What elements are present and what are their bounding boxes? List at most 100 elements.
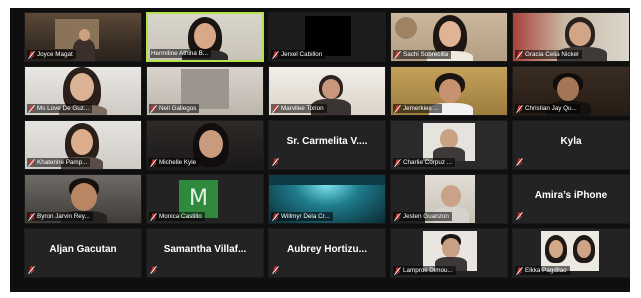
muted-microphone-icon — [272, 104, 279, 113]
muted-microphone-icon — [28, 50, 35, 59]
participant-tile[interactable]: Byron Jarvin Rey... — [24, 174, 142, 224]
name-label: Joyce Magat — [27, 50, 76, 59]
video-call-gallery: Joyce Magat Hermiline Athina B... Jerxel… — [10, 8, 630, 292]
name-label: Neil Gallegos — [149, 104, 200, 113]
participant-name: Elkka Pagdilao — [525, 267, 567, 274]
person-face — [79, 29, 90, 41]
participant-name: Khaterine Pamp... — [37, 159, 88, 166]
muted-microphone-icon — [272, 266, 279, 274]
name-label: Lampros Dimou... — [393, 266, 456, 275]
muted-microphone-icon — [272, 50, 279, 59]
name-label: Jesten Guanzon — [393, 212, 452, 221]
muted-microphone-icon — [272, 212, 279, 221]
name-label: Khaterine Pamp... — [27, 158, 91, 167]
participant-display-name: Aljan Gacutan — [49, 244, 117, 255]
participant-tile[interactable]: M Monica Castillo — [146, 174, 264, 224]
participant-display-name: Samantha Villaf... — [163, 244, 247, 255]
participant-name: Byron Jarvin Rey... — [37, 213, 90, 220]
participant-name: Jesten Guanzon — [403, 213, 449, 220]
participant-name: Michelle Kyle — [159, 159, 197, 166]
letterbox — [475, 175, 507, 223]
name-label: Marvilee Torion — [271, 104, 327, 113]
participant-name: Monica Castillo — [159, 213, 202, 220]
person-face — [577, 240, 591, 258]
participant-name: Jemerkies ... — [403, 105, 439, 112]
participant-tile[interactable]: Elkka Pagdilao — [512, 228, 630, 278]
participant-grid: Joyce Magat Hermiline Athina B... Jerxel… — [24, 12, 630, 278]
muted-microphone-icon — [394, 266, 401, 275]
muted-microphone-icon — [150, 158, 157, 167]
participant-tile[interactable]: Ms Love De Guz... — [24, 66, 142, 116]
participant-tile[interactable]: Jemerkies ... — [390, 66, 508, 116]
participant-tile[interactable]: Charlie Corpuz ... — [390, 120, 508, 170]
participant-tile[interactable]: Aubrey Hortizu... — [268, 228, 386, 278]
participant-tile[interactable]: Marvilee Torion — [268, 66, 386, 116]
name-label: Monica Castillo — [149, 212, 205, 221]
name-label: Willmyr Dela Cr... — [271, 212, 333, 221]
person-face — [441, 185, 461, 207]
muted-microphone-icon — [516, 158, 523, 166]
muted-microphone-icon — [516, 212, 523, 220]
participant-name: Ms Love De Guz... — [37, 105, 90, 112]
person-face — [70, 73, 94, 101]
participant-tile[interactable]: Khaterine Pamp... — [24, 120, 142, 170]
participant-tile[interactable]: Christian Jay Qu... — [512, 66, 630, 116]
participant-name: Gracia Celia Nickel — [525, 51, 579, 58]
name-label: Byron Jarvin Rey... — [27, 212, 93, 221]
name-label: Hermiline Athina B... — [150, 49, 212, 58]
participant-tile[interactable]: Samantha Villaf... — [146, 228, 264, 278]
blurred-scene — [181, 69, 229, 109]
person-face — [199, 130, 223, 158]
participant-tile-active-speaker[interactable]: Hermiline Athina B... — [146, 12, 264, 62]
person-face — [439, 21, 461, 47]
muted-microphone-icon — [394, 50, 401, 59]
name-label: Jerxel Cabillon — [271, 50, 326, 59]
name-label: Charlie Corpuz ... — [393, 158, 455, 167]
participant-tile[interactable]: Amira’s iPhone — [512, 174, 630, 224]
person-face — [194, 23, 216, 49]
participant-tile[interactable]: Willmyr Dela Cr... — [268, 174, 386, 224]
person-face — [442, 238, 460, 258]
participant-tile[interactable]: Sr. Carmelita V.... — [268, 120, 386, 170]
participant-name: Willmyr Dela Cr... — [281, 213, 330, 220]
muted-microphone-icon — [394, 104, 401, 113]
name-label: Michelle Kyle — [149, 158, 200, 167]
participant-tile[interactable]: Joyce Magat — [24, 12, 142, 62]
muted-microphone-icon — [516, 104, 523, 113]
participant-tile[interactable]: Jesten Guanzon — [390, 174, 508, 224]
ceiling-light — [269, 175, 385, 185]
participant-tile[interactable]: Michelle Kyle — [146, 120, 264, 170]
participant-tile[interactable]: Aljan Gacutan — [24, 228, 142, 278]
participant-display-name: Amira’s iPhone — [534, 190, 608, 201]
name-label: Ms Love De Guz... — [27, 104, 93, 113]
person-silhouette — [73, 39, 95, 61]
muted-microphone-icon — [28, 158, 35, 167]
muted-microphone-icon — [150, 104, 157, 113]
name-label: Elkka Pagdilao — [515, 266, 570, 275]
wall-decor — [395, 17, 417, 39]
name-label: Sachi Sobrecilla — [393, 50, 452, 59]
participant-tile[interactable]: Kyla — [512, 120, 630, 170]
participant-name: Jerxel Cabillon — [281, 51, 323, 58]
muted-microphone-icon — [28, 266, 35, 274]
participant-name: Sachi Sobrecilla — [403, 51, 449, 58]
participant-display-name: Kyla — [560, 136, 582, 147]
name-label: Christian Jay Qu... — [515, 104, 580, 113]
name-label: Gracia Celia Nickel — [515, 50, 582, 59]
muted-microphone-icon — [394, 212, 401, 221]
person-face — [71, 183, 97, 211]
participant-name: Charlie Corpuz ... — [403, 159, 452, 166]
participant-tile[interactable]: Neil Gallegos — [146, 66, 264, 116]
name-label: Jemerkies ... — [393, 104, 442, 113]
participant-name: Hermiline Athina B... — [151, 50, 209, 57]
muted-microphone-icon — [516, 50, 523, 59]
muted-microphone-icon — [150, 212, 157, 221]
muted-microphone-icon — [28, 104, 35, 113]
participant-tile[interactable]: Lampros Dimou... — [390, 228, 508, 278]
muted-microphone-icon — [28, 212, 35, 221]
participant-name: Neil Gallegos — [159, 105, 197, 112]
participant-tile[interactable]: Sachi Sobrecilla — [390, 12, 508, 62]
participant-name: Lampros Dimou... — [403, 267, 453, 274]
participant-tile[interactable]: Gracia Celia Nickel — [512, 12, 630, 62]
participant-tile[interactable]: Jerxel Cabillon — [268, 12, 386, 62]
